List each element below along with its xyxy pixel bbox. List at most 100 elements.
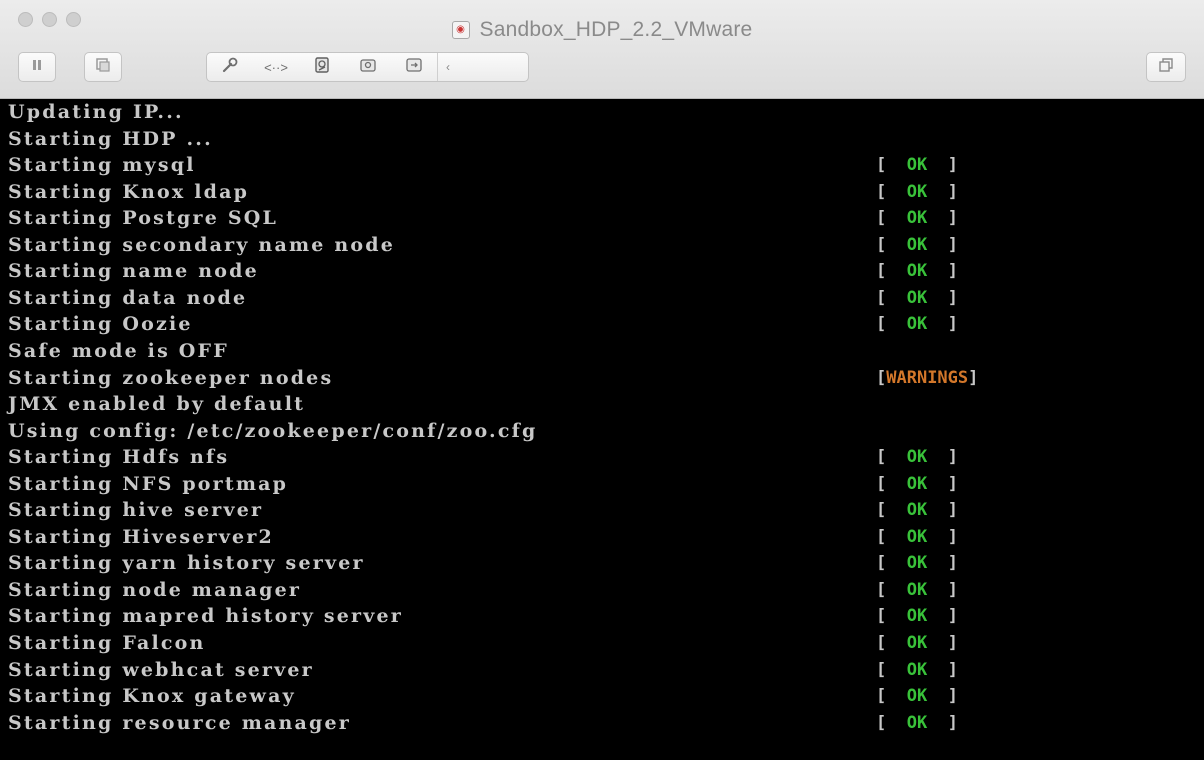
status-bracket-close: ] — [947, 686, 958, 706]
status-bracket-close: ] — [947, 660, 958, 680]
status-bracket-open: [ — [876, 713, 887, 733]
settings-button[interactable] — [207, 53, 253, 81]
console-line: Starting NFS portmap — [8, 473, 289, 495]
status-ok: [ OK ] — [876, 152, 958, 178]
window-restore-icon — [1158, 57, 1174, 77]
console-line: Starting HDP ... — [8, 128, 213, 150]
status-bracket-open: [ — [876, 580, 887, 600]
status-bracket-close: ] — [947, 235, 958, 255]
status-ok: [ OK ] — [876, 603, 958, 629]
status-ok: [ OK ] — [876, 179, 958, 205]
status-bracket-open: [ — [876, 660, 887, 680]
status-ok: [ OK ] — [876, 285, 958, 311]
status-label: OK — [906, 447, 928, 467]
status-bracket-open: [ — [876, 553, 887, 573]
status-ok: [ OK ] — [876, 444, 958, 470]
window-title: Sandbox_HDP_2.2_VMware — [479, 18, 753, 41]
vm-console[interactable]: Updating IP... Starting HDP ... Starting m… — [0, 99, 1204, 760]
console-line: Starting Postgre SQL — [8, 207, 279, 229]
status-bracket-close: ] — [947, 553, 958, 573]
status-bracket-close: ] — [968, 368, 979, 388]
console-line: Starting hive server — [8, 499, 264, 521]
more-devices-button[interactable]: ‹ — [437, 53, 458, 81]
status-bracket-close: ] — [947, 606, 958, 626]
status-bracket-open: [ — [876, 633, 887, 653]
console-line: Starting name node — [8, 260, 259, 282]
status-label: OK — [906, 261, 928, 281]
disk-icon — [313, 56, 331, 78]
status-bracket-open: [ — [876, 527, 887, 547]
status-bracket-open: [ — [876, 447, 887, 467]
cdrom-button[interactable] — [345, 53, 391, 81]
status-bracket-open: [ — [876, 686, 887, 706]
console-line: Safe mode is OFF — [8, 340, 229, 362]
pause-icon — [30, 58, 44, 76]
console-line: Starting data node — [8, 287, 248, 309]
status-label: OK — [906, 527, 928, 547]
console-line: Starting Hiveserver2 — [8, 526, 274, 548]
status-label: OK — [906, 288, 928, 308]
status-bracket-close: ] — [947, 474, 958, 494]
status-ok: [ OK ] — [876, 577, 958, 603]
status-ok: [ OK ] — [876, 205, 958, 231]
console-line: Starting mysql — [8, 154, 196, 176]
status-warnings: [WARNINGS] — [876, 365, 978, 391]
status-bracket-open: [ — [876, 314, 887, 334]
status-label: OK — [906, 606, 928, 626]
status-label: OK — [906, 500, 928, 520]
status-bracket-open: [ — [876, 208, 887, 228]
status-ok: [ OK ] — [876, 258, 958, 284]
status-ok: [ OK ] — [876, 630, 958, 656]
status-bracket-close: ] — [947, 580, 958, 600]
window-title-area: ◉ Sandbox_HDP_2.2_VMware — [0, 14, 1204, 42]
disk-button[interactable] — [299, 53, 345, 81]
status-label: OK — [906, 155, 928, 175]
network-arrows-icon: <··> — [264, 59, 288, 75]
status-bracket-open: [ — [876, 288, 887, 308]
wrench-icon — [221, 56, 239, 78]
snapshot-button[interactable] — [84, 52, 122, 82]
status-label: OK — [906, 633, 928, 653]
snapshot-icon — [95, 57, 111, 77]
fullscreen-button[interactable] — [1146, 52, 1186, 82]
usb-icon — [405, 56, 423, 78]
console-line: JMX enabled by default — [8, 393, 306, 415]
status-ok: [ OK ] — [876, 710, 958, 736]
status-bracket-close: ] — [947, 713, 958, 733]
status-bracket-close: ] — [947, 208, 958, 228]
console-line: Starting Falcon — [8, 632, 206, 654]
status-bracket-open: [ — [876, 155, 887, 175]
console-line: Using config: /etc/zookeeper/conf/zoo.cf… — [8, 420, 538, 442]
status-bracket-close: ] — [947, 314, 958, 334]
status-ok: [ OK ] — [876, 657, 958, 683]
status-bracket-close: ] — [947, 155, 958, 175]
console-line: Starting Hdfs nfs — [8, 446, 230, 468]
status-bracket-close: ] — [947, 261, 958, 281]
pause-button[interactable] — [18, 52, 56, 82]
status-ok: [ OK ] — [876, 683, 958, 709]
title-bar: ◉ Sandbox_HDP_2.2_VMware <··> ‹ — [0, 0, 1204, 99]
console-line: Starting Knox gateway — [8, 685, 296, 707]
console-line: Starting zookeeper nodes — [8, 367, 334, 389]
status-label: OK — [906, 580, 928, 600]
network-button[interactable]: <··> — [253, 53, 299, 81]
status-ok: [ OK ] — [876, 524, 958, 550]
status-ok: [ OK ] — [876, 497, 958, 523]
usb-button[interactable] — [391, 53, 437, 81]
status-bracket-close: ] — [947, 447, 958, 467]
console-line: Starting secondary name node — [8, 234, 396, 256]
console-line: Starting node manager — [8, 579, 302, 601]
status-bracket-close: ] — [947, 527, 958, 547]
status-ok: [ OK ] — [876, 311, 958, 337]
console-line: Updating IP... — [8, 101, 184, 123]
status-label: OK — [906, 553, 928, 573]
status-bracket-open: [ — [876, 474, 887, 494]
status-label: OK — [906, 235, 928, 255]
status-label: OK — [906, 182, 928, 202]
status-label: OK — [906, 208, 928, 228]
status-label: OK — [906, 314, 928, 334]
status-label: OK — [906, 713, 928, 733]
vm-icon: ◉ — [451, 21, 470, 39]
console-line: Starting webhcat server — [8, 659, 314, 681]
status-bracket-open: [ — [876, 235, 887, 255]
